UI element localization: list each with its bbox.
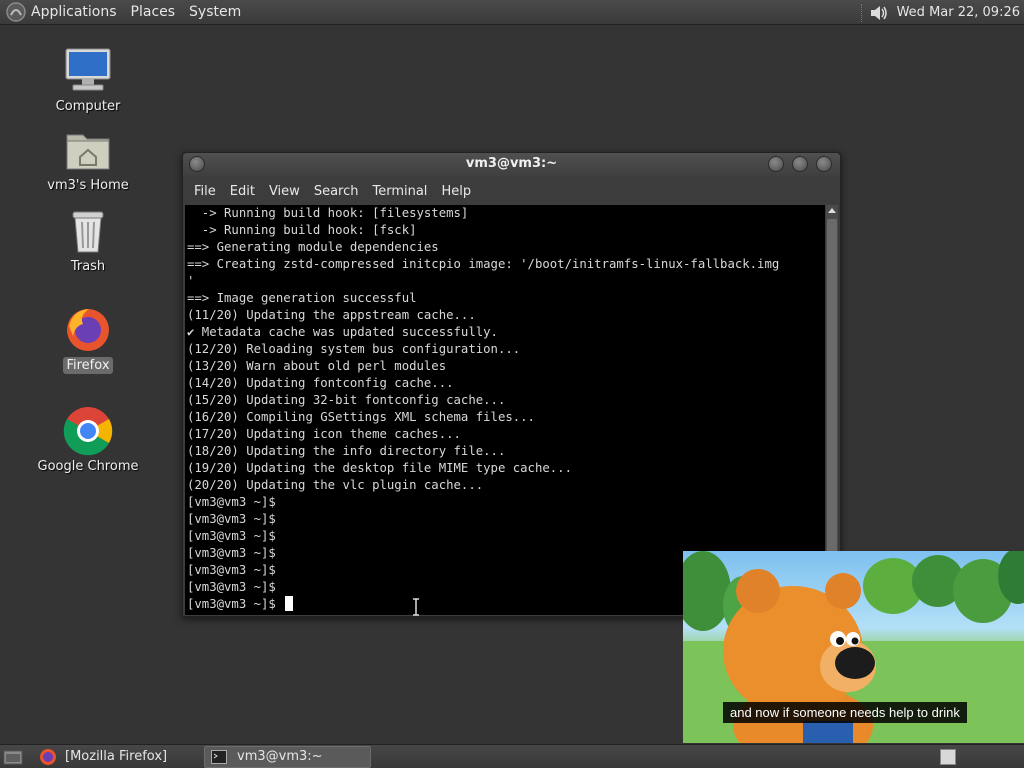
desktop-icon-chrome[interactable]: Google Chrome — [33, 406, 143, 474]
desktop-icon-computer[interactable]: Computer — [33, 46, 143, 114]
desktop-icon-label: Google Chrome — [37, 459, 139, 474]
ibeam-cursor-icon — [413, 598, 419, 616]
video-subtitle: and now if someone needs help to drink — [723, 702, 967, 723]
menu-system[interactable]: System — [185, 0, 245, 25]
terminal-titlebar[interactable]: vm3@vm3:~ — [183, 153, 840, 177]
desktop-icon-home[interactable]: vm3's Home — [33, 127, 143, 193]
chrome-icon — [63, 407, 113, 456]
terminal-line: (20/20) Updating the vlc plugin cache... — [187, 478, 484, 492]
workspace-switcher-icon[interactable] — [940, 749, 956, 765]
terminal-line: (19/20) Updating the desktop file MIME t… — [187, 461, 572, 475]
desktop-icon-label: vm3's Home — [47, 178, 129, 193]
window-title: vm3@vm3:~ — [465, 156, 558, 171]
panel-separator — [860, 3, 863, 22]
terminal-line: ==> Image generation successful — [187, 291, 417, 305]
terminal-line: (13/20) Warn about old perl modules — [187, 359, 447, 373]
video-player[interactable]: and now if someone needs help to drink — [683, 551, 1024, 743]
terminal-prompt-line: [vm3@vm3 ~]$ — [187, 512, 276, 526]
close-button[interactable] — [816, 156, 832, 172]
menu-applications[interactable]: Applications — [27, 0, 121, 25]
terminal-line: ==> Creating zstd-compressed initcpio im… — [187, 257, 780, 271]
terminal-line: (16/20) Compiling GSettings XML schema f… — [187, 410, 535, 424]
menu-terminal[interactable]: Terminal — [365, 184, 434, 199]
home-folder-icon — [66, 134, 110, 170]
scroll-up-arrow-icon[interactable] — [828, 208, 836, 213]
trash-icon — [72, 211, 104, 253]
mate-logo-icon[interactable] — [5, 1, 27, 23]
terminal-icon — [211, 749, 227, 764]
desktop-icon-label: Firefox — [63, 357, 113, 374]
terminal-prompt-line: [vm3@vm3 ~]$ — [187, 495, 276, 509]
terminal-window[interactable]: vm3@vm3:~ File Edit View Search Terminal… — [182, 152, 841, 617]
desktop-icon-label: Trash — [70, 259, 106, 274]
terminal-line: (15/20) Updating 32-bit fontconfig cache… — [187, 393, 506, 407]
computer-icon — [65, 48, 111, 91]
maximize-button[interactable] — [792, 156, 808, 172]
menu-file[interactable]: File — [187, 184, 223, 199]
taskbar-item-label: vm3@vm3:~ — [237, 749, 323, 764]
menu-view[interactable]: View — [262, 184, 307, 199]
prompt-text: [vm3@vm3 ~]$ — [187, 597, 284, 611]
terminal-line: (18/20) Updating the info directory file… — [187, 444, 506, 458]
desktop-icon-firefox[interactable]: Firefox — [33, 306, 143, 374]
terminal-line: (12/20) Reloading system bus configurati… — [187, 342, 521, 356]
taskbar-item-firefox[interactable]: [Mozilla Firefox] — [33, 746, 198, 768]
menu-edit[interactable]: Edit — [223, 184, 262, 199]
clock[interactable]: Wed Mar 22, 09:26 — [897, 5, 1020, 20]
terminal-line: (17/20) Updating icon theme caches... — [187, 427, 461, 441]
terminal-line: ' — [187, 274, 195, 288]
taskbar-item-terminal[interactable]: vm3@vm3:~ — [204, 745, 371, 768]
text-cursor — [285, 596, 294, 611]
terminal-line: -> Running build hook: [fsck] — [187, 223, 417, 237]
desktop-icon-trash[interactable]: Trash — [33, 208, 143, 274]
volume-icon[interactable] — [869, 3, 889, 23]
desktop-icon-label: Computer — [55, 99, 121, 114]
menu-search[interactable]: Search — [307, 184, 366, 199]
terminal-line: (14/20) Updating fontconfig cache... — [187, 376, 454, 390]
terminal-line: ✔ Metadata cache was updated successfull… — [187, 325, 498, 339]
show-desktop-icon[interactable] — [3, 748, 23, 766]
taskbar-item-label: [Mozilla Firefox] — [65, 749, 168, 764]
terminal-line: (11/20) Updating the appstream cache... — [187, 308, 476, 322]
terminal-line: ==> Generating module dependencies — [187, 240, 439, 254]
firefox-icon — [40, 748, 56, 765]
bottom-panel: [Mozilla Firefox] vm3@vm3:~ — [0, 744, 1024, 768]
menu-help[interactable]: Help — [434, 184, 478, 199]
terminal-line: -> Running build hook: [filesystems] — [187, 206, 469, 220]
firefox-icon — [67, 309, 109, 351]
top-panel: Applications Places System Wed Mar 22, 0… — [0, 0, 1024, 25]
terminal-prompt-line: [vm3@vm3 ~]$ — [187, 529, 276, 543]
minimize-button[interactable] — [768, 156, 784, 172]
terminal-menubar: File Edit View Search Terminal Help — [183, 177, 840, 205]
menu-places[interactable]: Places — [127, 0, 180, 25]
